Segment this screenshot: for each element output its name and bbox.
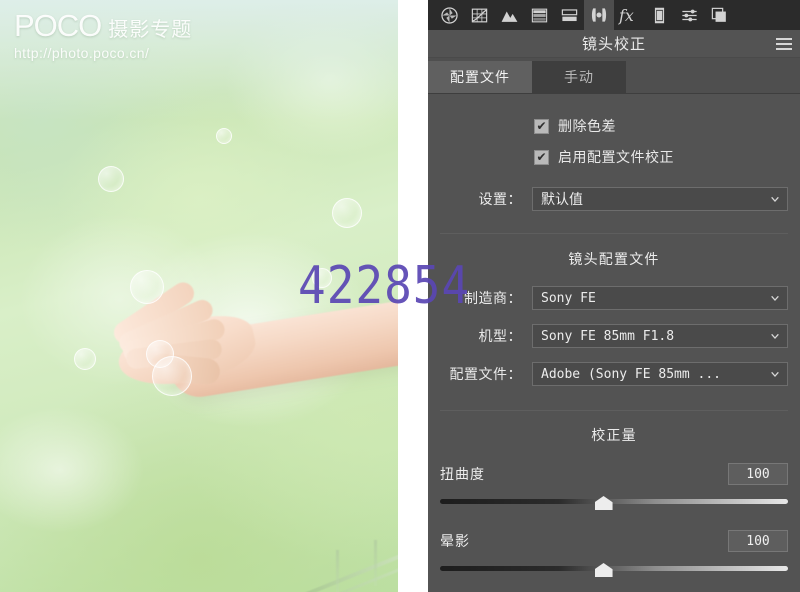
panel-title: 镜头校正 <box>581 36 646 53</box>
hamburger-menu-icon[interactable] <box>776 38 792 50</box>
slider-distortion-track[interactable] <box>440 499 788 504</box>
svg-text:fx: fx <box>618 6 634 25</box>
railing-bar-lower <box>300 550 398 592</box>
presets-icon[interactable] <box>674 0 704 30</box>
develop-module-toolbar: fx <box>428 0 800 30</box>
slider-distortion-header: 扭曲度 100 <box>440 463 788 485</box>
settings-row: 设置： 默认值 <box>440 187 788 211</box>
tab-filler <box>626 61 800 93</box>
tone-curve-icon[interactable] <box>464 0 494 30</box>
split-toning-icon[interactable] <box>554 0 584 30</box>
chevron-down-icon <box>771 371 779 378</box>
bubble <box>332 198 362 228</box>
make-value: Sony FE <box>541 290 596 306</box>
railing-bar-upper <box>300 538 398 592</box>
model-value: Sony FE 85mm F1.8 <box>541 328 675 344</box>
divider <box>440 233 788 234</box>
basic-adjust-icon[interactable] <box>434 0 464 30</box>
bubble <box>74 348 96 370</box>
settings-label: 设置： <box>478 191 522 207</box>
checkbox-label-enable-profile-correction: 启用配置文件校正 <box>558 149 674 165</box>
lens-correction-icon[interactable] <box>584 0 614 30</box>
slider-vignetting-track[interactable] <box>440 566 788 571</box>
tab-profile[interactable]: 配置文件 <box>428 61 532 93</box>
make-row: 制造商： Sony FE <box>440 286 788 310</box>
effects-fx-icon[interactable]: fx <box>614 0 644 30</box>
chevron-down-icon <box>771 295 779 302</box>
panel-body: ✔ 删除色差 ✔ 启用配置文件校正 设置： 默认值 镜头配置文件 制造商： So… <box>428 116 800 577</box>
bubble <box>98 166 124 192</box>
app-root: POCO 摄影专题 http://photo.poco.cn/ 422854 f… <box>0 0 800 592</box>
panel-header: 镜头校正 <box>428 30 800 58</box>
tab-manual-label: 手动 <box>564 69 594 85</box>
checkbox-row-enable-profile-correction[interactable]: ✔ 启用配置文件校正 <box>440 147 788 167</box>
tab-profile-label: 配置文件 <box>450 69 510 85</box>
railing-post <box>336 550 339 592</box>
bubble <box>216 128 232 144</box>
chevron-down-icon <box>771 196 779 203</box>
lens-profile-heading: 镜头配置文件 <box>568 251 660 267</box>
bubble <box>130 270 164 304</box>
checkbox-label-remove-chromatic-aberration: 删除色差 <box>558 118 616 134</box>
profile-label: 配置文件： <box>449 366 522 382</box>
correction-heading: 校正量 <box>591 427 637 443</box>
slider-distortion: 扭曲度 100 <box>440 463 788 510</box>
model-label: 机型： <box>478 328 522 344</box>
panel-tabs: 配置文件 手动 <box>428 58 800 94</box>
overlay-number: 422854 <box>298 254 471 316</box>
camera-calibration-icon[interactable] <box>644 0 674 30</box>
check-icon[interactable]: ✔ <box>534 149 549 165</box>
slider-vignetting-track-wrap[interactable] <box>440 561 788 577</box>
settings-dropdown[interactable]: 默认值 <box>532 187 788 211</box>
bubble <box>152 356 192 396</box>
slider-vignetting-value[interactable]: 100 <box>728 530 788 552</box>
hsl-grayscale-icon[interactable] <box>524 0 554 30</box>
make-dropdown[interactable]: Sony FE <box>532 286 788 310</box>
slider-vignetting: 晕影 100 <box>440 530 788 577</box>
chevron-down-icon <box>771 333 779 340</box>
settings-value: 默认值 <box>541 191 583 207</box>
slider-distortion-label: 扭曲度 <box>440 466 485 482</box>
snapshots-icon[interactable] <box>704 0 734 30</box>
lens-correction-panel: fx 镜头校正 配置文件 手动 ✔ 删除色差 ✔ 启用配置文件校正 设置： 默认… <box>428 0 800 592</box>
slider-vignetting-label: 晕影 <box>440 533 470 549</box>
slider-distortion-track-wrap[interactable] <box>440 494 788 510</box>
railing <box>300 528 398 592</box>
slider-vignetting-header: 晕影 100 <box>440 530 788 552</box>
model-dropdown[interactable]: Sony FE 85mm F1.8 <box>532 324 788 348</box>
divider <box>440 410 788 411</box>
profile-dropdown[interactable]: Adobe (Sony FE 85mm ... <box>532 362 788 386</box>
profile-value: Adobe (Sony FE 85mm ... <box>541 366 722 382</box>
profile-row: 配置文件： Adobe (Sony FE 85mm ... <box>440 362 788 386</box>
slider-distortion-value[interactable]: 100 <box>728 463 788 485</box>
detail-icon[interactable] <box>494 0 524 30</box>
check-icon[interactable]: ✔ <box>534 118 549 134</box>
model-row: 机型： Sony FE 85mm F1.8 <box>440 324 788 348</box>
tab-manual[interactable]: 手动 <box>532 61 626 93</box>
checkbox-row-remove-chromatic-aberration[interactable]: ✔ 删除色差 <box>440 116 788 136</box>
railing-post <box>374 540 377 586</box>
